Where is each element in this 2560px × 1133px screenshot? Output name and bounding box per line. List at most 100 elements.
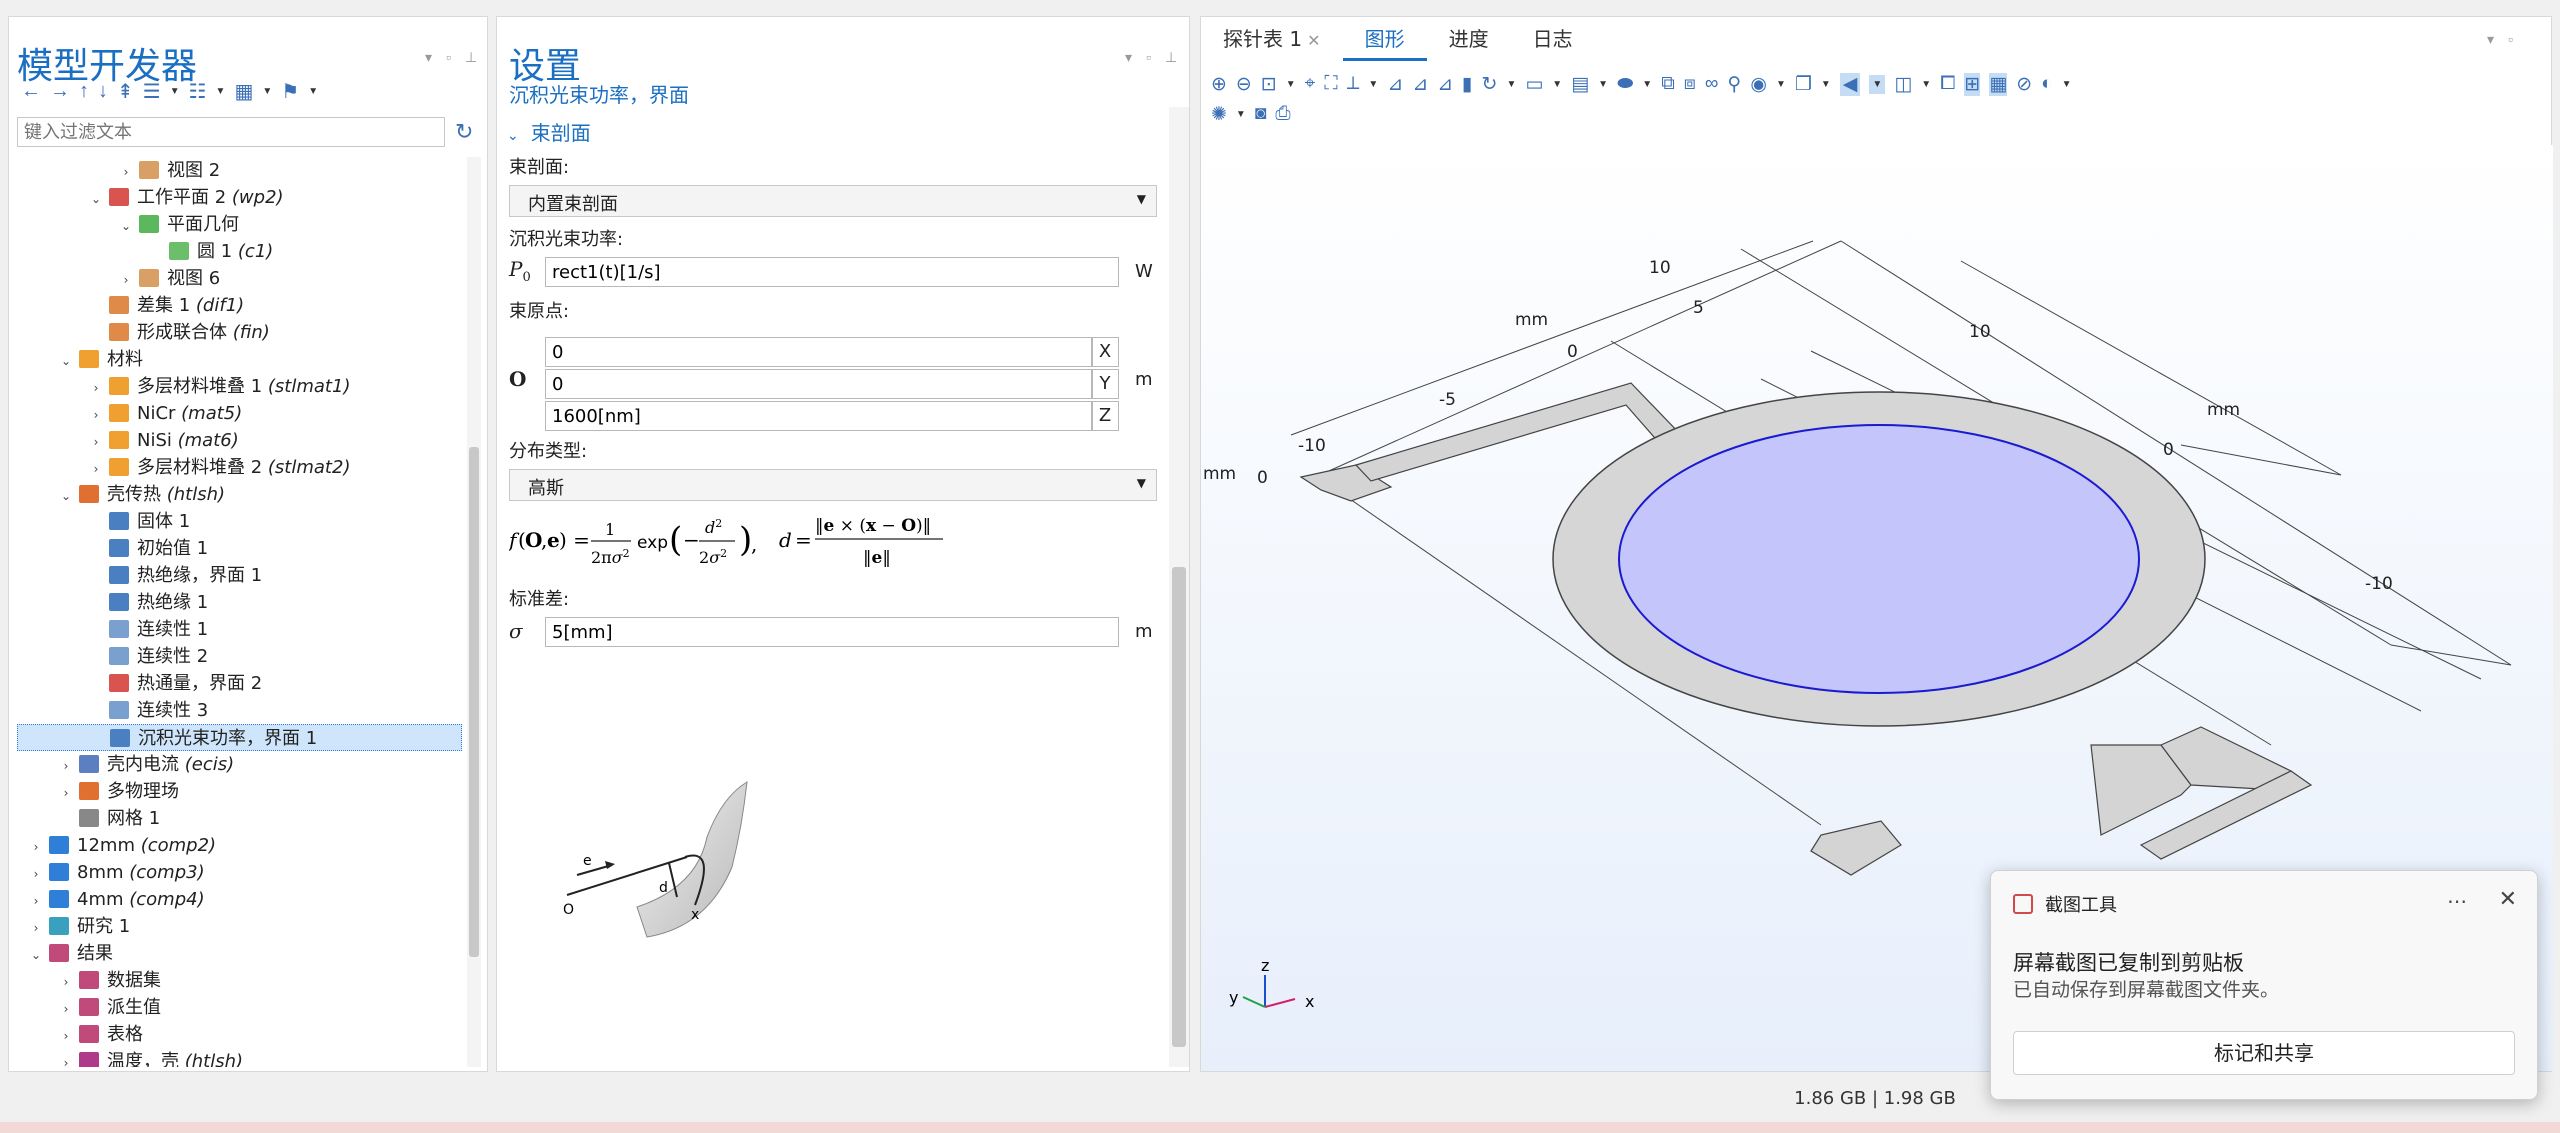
tree-node[interactable]: › 研究 1 [17,913,462,940]
tree-node[interactable]: › 壳内电流 (ecis) [17,751,462,778]
zoom-extents-icon[interactable]: ⛶ [1324,73,1337,95]
view-icon[interactable]: ▦ [234,79,253,104]
tree-node[interactable]: › 数据集 [17,967,462,994]
tree-node[interactable]: 网格 1 [17,805,462,832]
select-box-icon[interactable]: ⧉ [1661,73,1675,95]
tree-node[interactable]: 热绝缘，界面 1 [17,562,462,589]
tree-node[interactable]: › NiSi (mat6) [17,427,462,454]
close-tab-icon[interactable]: ✕ [1302,31,1320,50]
chevron-right-icon[interactable]: › [27,915,45,942]
chevron-down-icon[interactable]: ⌄ [57,483,75,510]
beam-profile-select[interactable]: 内置束剖面 ▼ [509,185,1157,217]
maximize-icon[interactable]: ▫ [1146,49,1151,66]
scrollbar-thumb[interactable] [469,447,479,957]
section-header-beam-profile[interactable]: ⌄ 束剖面 [507,117,591,146]
maximize-icon[interactable]: ▫ [446,49,451,66]
zoom-out-icon[interactable]: ⊖ [1236,73,1252,96]
move-down-icon[interactable]: ↓ [98,80,108,103]
chevron-down-icon[interactable]: ▼ [308,86,318,97]
tree-node[interactable]: › 12mm (comp2) [17,832,462,859]
screenshot-icon[interactable]: ◙ [1255,103,1266,125]
rotate-icon[interactable]: ↻ [1482,73,1498,96]
chevron-down-icon[interactable]: ▼ [1776,79,1786,90]
pad-right[interactable] [1810,820,1902,876]
print-icon[interactable]: ⎙ [1275,103,1290,125]
settings-scrollbar[interactable] [1169,107,1189,1067]
chevron-down-icon[interactable]: ▼ [1552,79,1562,90]
chevron-down-icon[interactable]: ▼ [1236,109,1246,120]
tree-node[interactable]: 圆 1 (c1) [17,238,462,265]
chevron-right-icon[interactable]: › [57,780,75,807]
chevron-right-icon[interactable]: › [87,429,105,456]
link-icon[interactable]: ∞ [1705,73,1719,95]
window-icon[interactable]: ⧠ [1940,73,1955,95]
select-domain-icon[interactable]: ▤ [1571,73,1589,96]
zoom-box-icon[interactable]: ⊡ [1261,73,1277,96]
minimize-icon[interactable]: ▾ [2487,31,2494,48]
tree-node[interactable]: 连续性 3 [17,697,462,724]
table-icon[interactable]: ▦ [1989,72,2008,96]
grid-icon[interactable]: ⊞ [1964,72,1981,96]
tree-node[interactable]: › 视图 2 [17,157,462,184]
copy-view-icon[interactable]: ❐ [1795,73,1812,96]
chevron-down-icon[interactable]: ⌄ [117,213,135,240]
tree-node[interactable]: › 视图 6 [17,265,462,292]
chevron-down-icon[interactable]: ⌄ [57,348,75,375]
distribution-select[interactable]: 高斯 ▼ [509,469,1157,501]
tree-node[interactable]: 沉积光束功率，界面 1 [17,724,462,751]
chevron-right-icon[interactable]: › [87,375,105,402]
chevron-right-icon[interactable]: › [57,969,75,996]
tree-node[interactable]: 连续性 1 [17,616,462,643]
chevron-down-icon[interactable]: ▼ [1368,79,1378,90]
chevron-down-icon[interactable]: ▼ [1286,79,1296,90]
tree-node[interactable]: ⌄ 壳传热 (htlsh) [17,481,462,508]
tree-node[interactable]: › 8mm (comp3) [17,859,462,886]
tree-node[interactable]: 形成联合体 (fin) [17,319,462,346]
tree-node[interactable]: › 多物理场 [17,778,462,805]
chevron-right-icon[interactable]: › [27,861,45,888]
pin-icon[interactable]: ⊥ [465,49,477,66]
tree-node[interactable]: › 多层材料堆叠 1 (stlmat1) [17,373,462,400]
tree-node[interactable]: 热通量，界面 2 [17,670,462,697]
view-xy-icon[interactable]: ⊿ [1387,73,1403,96]
tree-scrollbar[interactable] [467,157,481,1067]
chevron-right-icon[interactable]: › [87,402,105,429]
folder-icon[interactable]: ▭ [1525,73,1543,96]
chevron-right-icon[interactable]: › [87,456,105,483]
chevron-down-icon[interactable]: ▼ [170,86,180,97]
tab-1[interactable]: 图形 [1342,17,1427,61]
wireframe-icon[interactable]: ◉ [1750,73,1767,96]
view-yz-icon[interactable]: ⊿ [1412,73,1428,96]
chevron-down-icon[interactable]: ▼ [2062,79,2072,90]
chevron-right-icon[interactable]: › [27,888,45,915]
chevron-right-icon[interactable]: › [117,267,135,294]
chevron-right-icon[interactable]: › [57,1023,75,1050]
collapse-icon[interactable]: ☷ [189,79,207,104]
center-icon[interactable]: ⌖ [1305,73,1316,95]
chevron-down-icon[interactable]: ▼ [1921,79,1931,90]
axis-icon[interactable]: ⟂ [1347,73,1360,95]
expand-icon[interactable]: ☰ [143,79,161,104]
tree-node[interactable]: › NiCr (mat5) [17,400,462,427]
tree-node[interactable]: 初始值 1 [17,535,462,562]
scene-icon[interactable]: ◐ [2041,73,2052,95]
tab-2[interactable]: 进度 [1427,17,1511,61]
tree-node[interactable]: 差集 1 (dif1) [17,292,462,319]
snipping-tool-notification[interactable]: 截图工具 ⋯ ✕ 屏幕截图已复制到剪贴板 已自动保存到屏幕截图文件夹。 标记和共… [1990,870,2538,1100]
speaker-icon[interactable]: ◀ [1839,72,1861,96]
std-input[interactable] [545,617,1119,647]
pin-icon[interactable]: ⊥ [1165,49,1177,66]
minimize-icon[interactable]: ▾ [1125,49,1132,66]
maximize-icon[interactable]: ▫ [2508,31,2513,48]
chevron-down-icon[interactable]: ⌄ [87,186,105,213]
select-boundary-icon[interactable]: ⬬ [1617,73,1633,95]
chevron-right-icon[interactable]: › [57,753,75,780]
chevron-down-icon[interactable]: ▼ [1506,79,1516,90]
origin-input-y[interactable] [545,369,1093,399]
tree-node[interactable]: › 表格 [17,1021,462,1048]
layers-icon[interactable]: ◫ [1894,73,1912,96]
tree-node[interactable]: › 多层材料堆叠 2 (stlmat2) [17,454,462,481]
more-options-icon[interactable]: ⋯ [2447,889,2467,913]
scrollbar-thumb[interactable] [1172,567,1186,1047]
origin-input-x[interactable] [545,337,1093,367]
